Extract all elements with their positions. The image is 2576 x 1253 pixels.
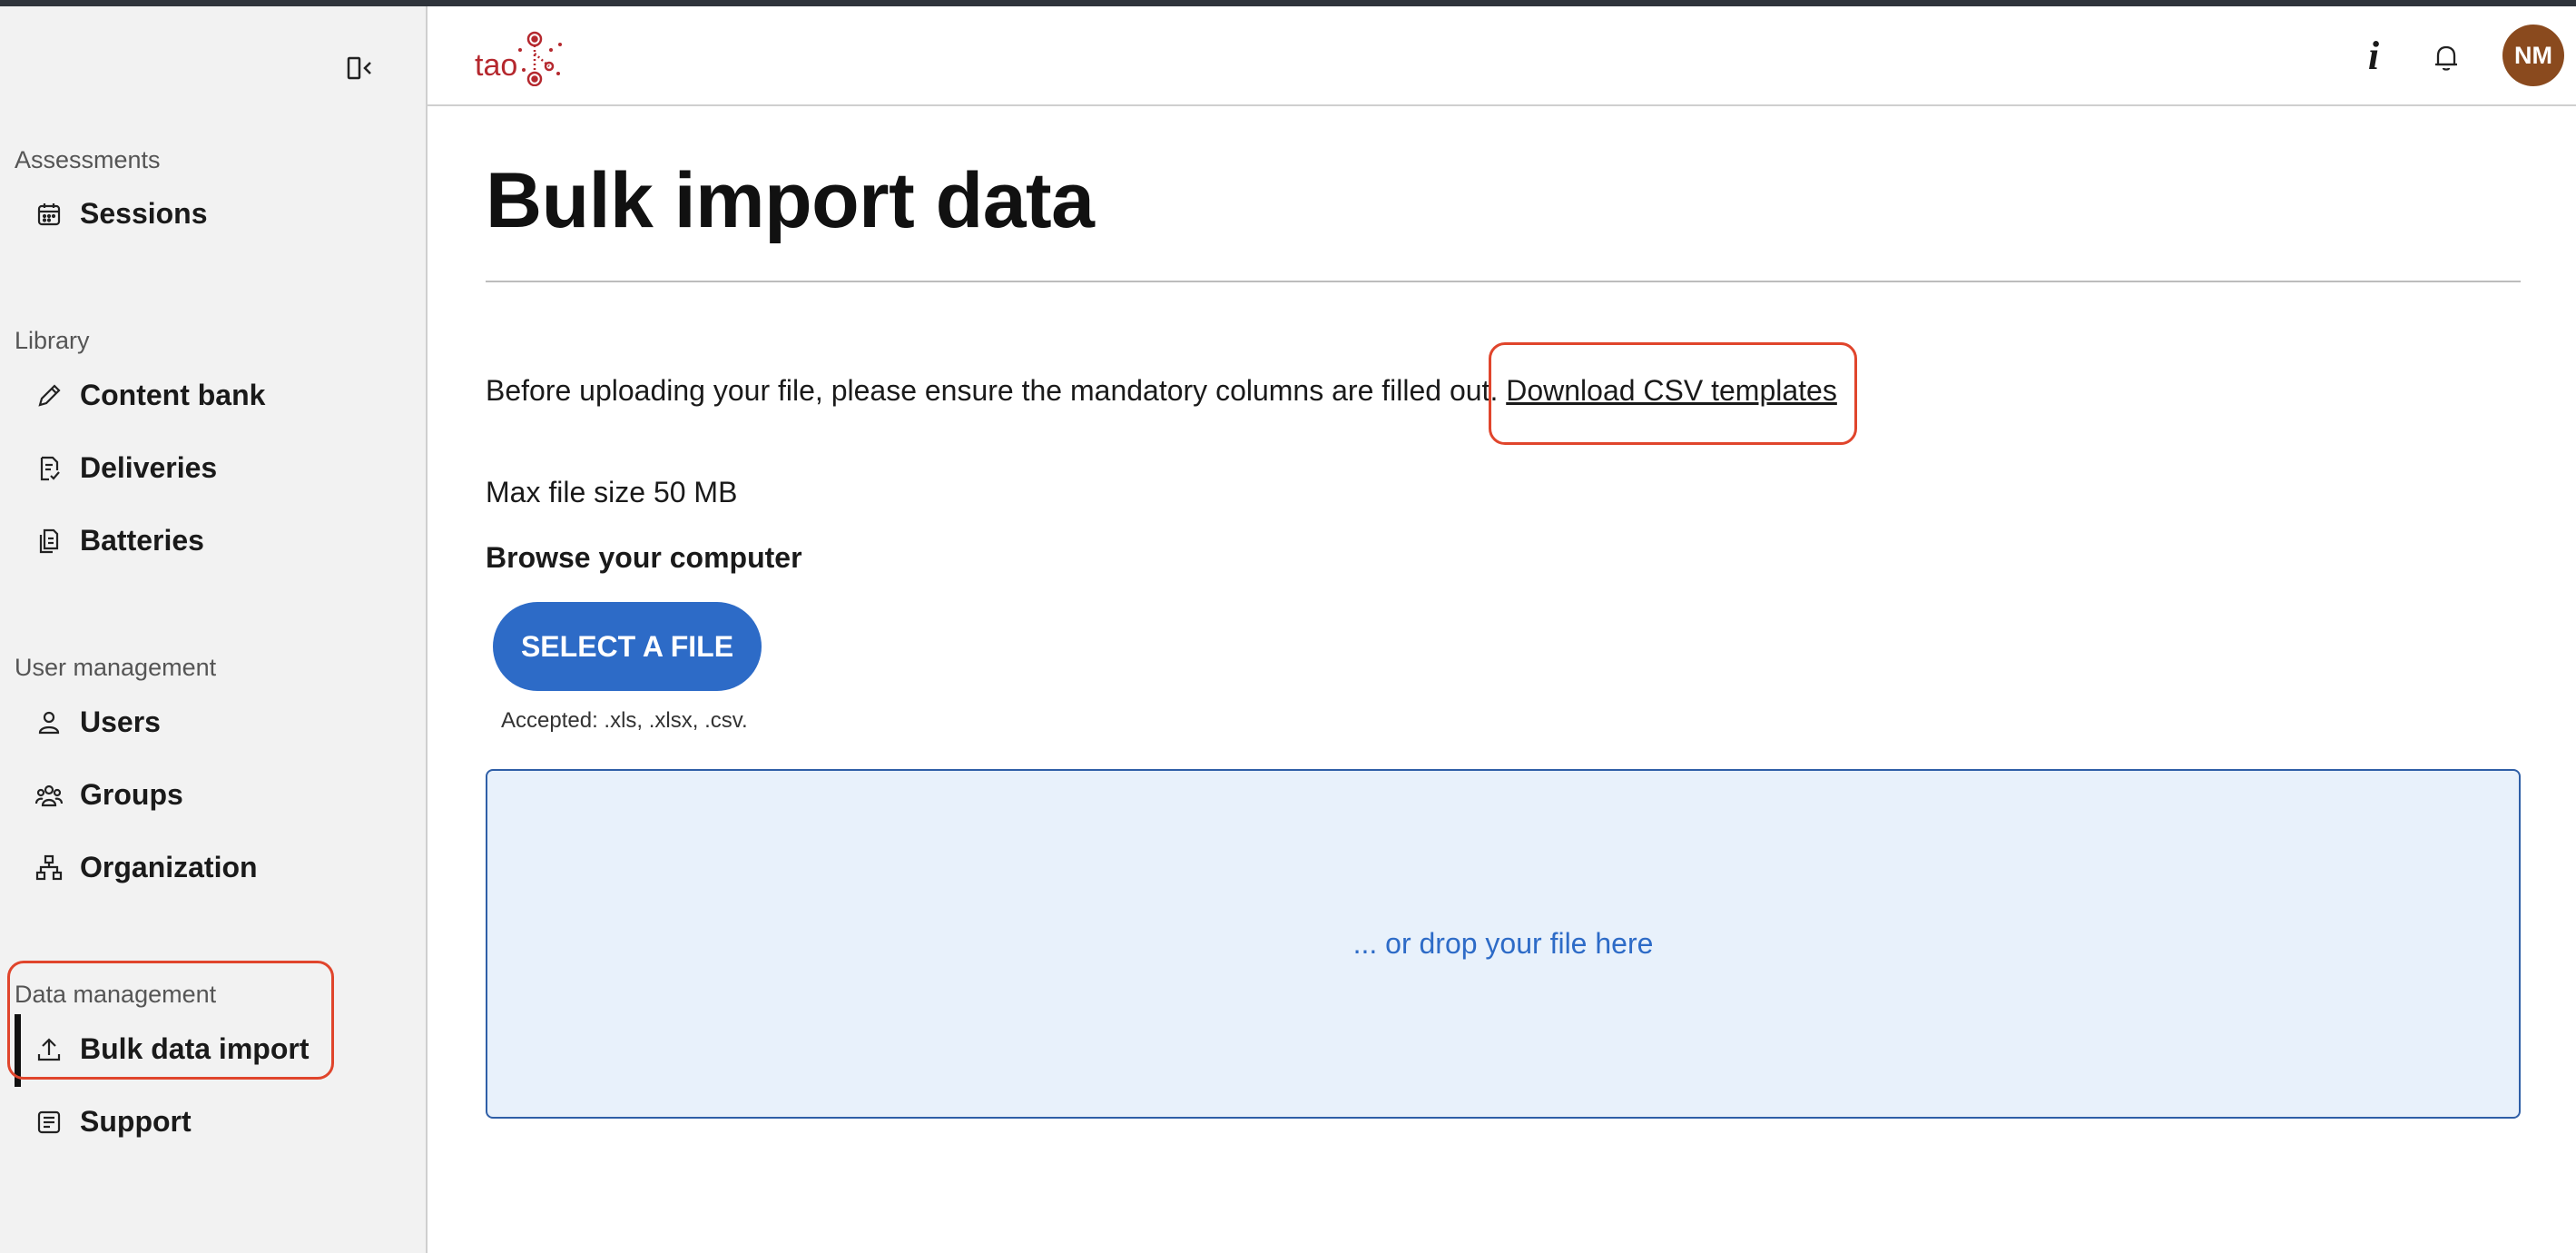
accepted-formats: Accepted: .xls, .xlsx, .csv. (501, 708, 748, 733)
info-icon[interactable]: i (2355, 34, 2392, 79)
upload-icon (34, 1035, 64, 1064)
delivery-icon (34, 454, 64, 483)
user-avatar[interactable]: NM (2502, 25, 2564, 86)
sidebar-item-groups[interactable]: Groups (0, 766, 426, 824)
sidebar-item-label: Organization (80, 851, 258, 883)
sidebar-item-label: Users (80, 705, 161, 738)
user-icon (34, 708, 64, 737)
sidebar-item-batteries[interactable]: Batteries (0, 512, 426, 570)
sidebar-item-label: Bulk data import (80, 1032, 310, 1065)
sidebar: Assessments Sessions Library Content ban… (0, 6, 428, 1253)
title-divider (486, 281, 2521, 282)
calendar-icon (34, 200, 64, 229)
intro-paragraph: Before uploading your file, please ensur… (486, 374, 1837, 408)
support-icon (34, 1108, 64, 1137)
sidebar-item-label: Groups (80, 778, 183, 811)
top-header: tao i NM (428, 6, 2576, 106)
download-csv-templates-link[interactable]: Download CSV templates (1506, 374, 1837, 407)
logo-text: tao (475, 48, 518, 83)
intro-text: Before uploading your file, please ensur… (486, 374, 1507, 407)
notification-bell-icon[interactable] (2430, 41, 2463, 74)
sidebar-item-organization[interactable]: Organization (0, 839, 426, 897)
sidebar-item-label: Deliveries (80, 451, 218, 484)
collapse-sidebar-icon[interactable] (345, 52, 378, 84)
pencil-icon (34, 381, 64, 410)
sidebar-item-label: Sessions (80, 197, 208, 230)
org-icon (34, 853, 64, 883)
section-title-user-management: User management (15, 654, 217, 681)
browse-label: Browse your computer (486, 541, 802, 574)
sidebar-item-label: Content bank (80, 379, 266, 411)
sidebar-item-content-bank[interactable]: Content bank (0, 367, 426, 425)
sidebar-item-users[interactable]: Users (0, 694, 426, 752)
section-title-assessments: Assessments (15, 146, 161, 173)
sidebar-item-deliveries[interactable]: Deliveries (0, 439, 426, 498)
sidebar-item-sessions[interactable]: Sessions (0, 185, 426, 243)
file-dropzone[interactable]: ... or drop your file here (486, 769, 2521, 1119)
sidebar-item-bulk-data-import[interactable]: Bulk data import (0, 1021, 426, 1079)
section-title-library: Library (15, 327, 90, 354)
sidebar-item-support[interactable]: Support (0, 1093, 426, 1151)
page-title: Bulk import data (486, 157, 1095, 244)
select-file-button[interactable]: SELECT A FILE (493, 602, 762, 691)
dropzone-text: ... or drop your file here (1352, 927, 1654, 960)
sidebar-item-label: Batteries (80, 524, 204, 557)
window-top-strip (0, 0, 2576, 6)
battery-doc-icon (34, 527, 64, 556)
section-title-data-management: Data management (15, 981, 217, 1008)
sidebar-item-label: Support (80, 1105, 192, 1138)
tao-logo[interactable]: tao (475, 26, 565, 90)
max-file-size: Max file size 50 MB (486, 476, 738, 508)
group-icon (34, 781, 64, 810)
